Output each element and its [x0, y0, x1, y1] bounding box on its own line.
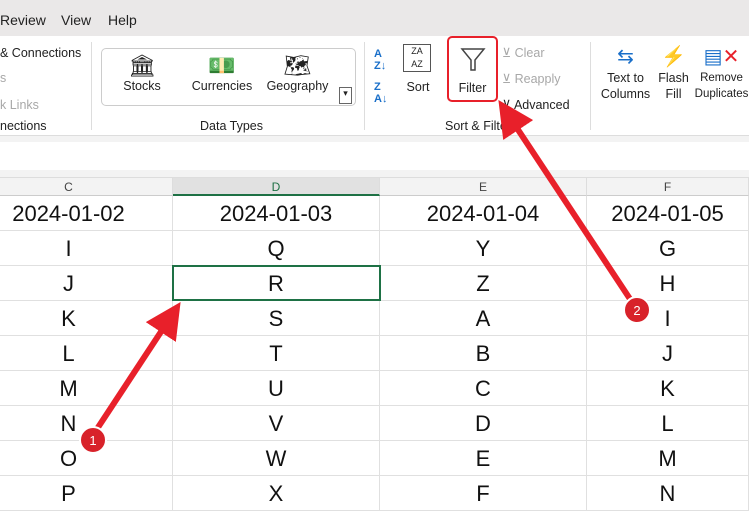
- annotation-label-2: 2: [633, 303, 640, 318]
- annotation-label-1: 1: [89, 433, 96, 448]
- annotation-arrow-2: [498, 99, 635, 304]
- annotation-layer: 1 2: [79, 99, 651, 454]
- annotation-arrow-1: [92, 301, 181, 434]
